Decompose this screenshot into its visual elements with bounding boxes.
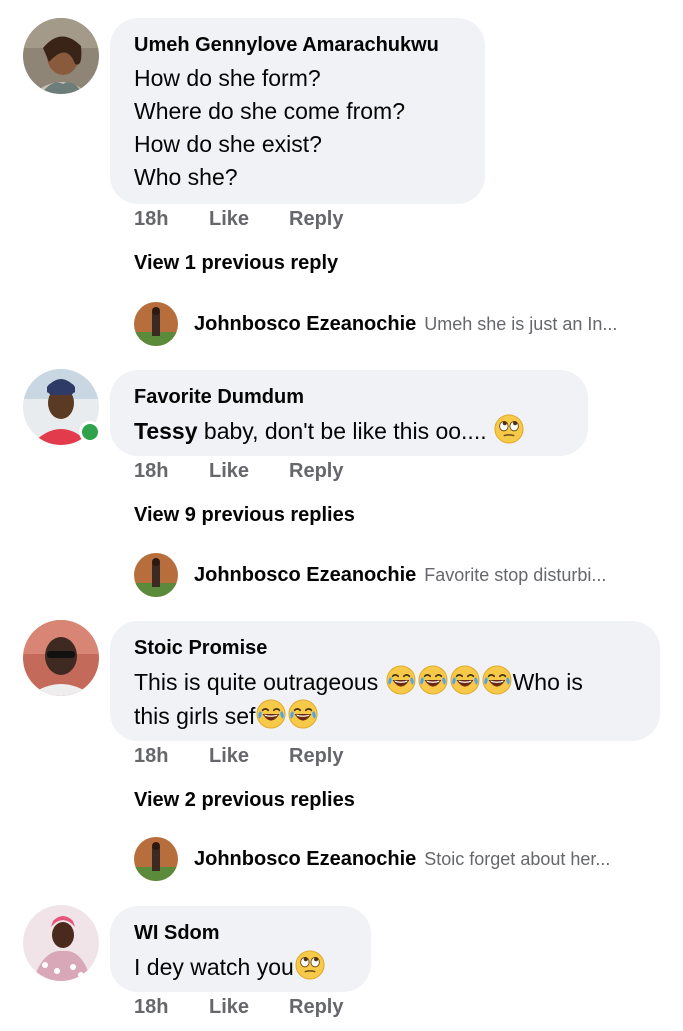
tears-of-joy-emoji-icon: [386, 665, 416, 695]
comment-timestamp[interactable]: 18h: [134, 460, 209, 483]
comment-timestamp[interactable]: 18h: [134, 208, 209, 231]
reply-button[interactable]: Reply: [289, 996, 343, 1019]
comment-text-line: Who she?: [134, 164, 238, 190]
mention-link[interactable]: Tessy: [134, 418, 198, 444]
comment-bubble[interactable]: Stoic Promise This is quite outrageous W…: [110, 621, 660, 741]
view-previous-replies-link[interactable]: View 1 previous reply: [134, 252, 338, 275]
comment-text-content: Who is: [512, 669, 583, 695]
reply-snippet: Stoic forget about her...: [424, 848, 611, 869]
rolling-eyes-emoji-icon: [295, 950, 325, 980]
comment-text-content: this girls sef: [134, 703, 256, 729]
comment-text: This is quite outrageous Who is this gir…: [134, 665, 636, 733]
comment-text-content: baby, don't be like this oo....: [197, 418, 487, 444]
reply-button[interactable]: Reply: [289, 208, 343, 231]
tears-of-joy-emoji-icon: [256, 699, 286, 729]
like-button[interactable]: Like: [209, 996, 289, 1019]
reply-snippet: Favorite stop disturbi...: [424, 564, 607, 585]
comment-timestamp[interactable]: 18h: [134, 996, 209, 1019]
avatar[interactable]: [23, 905, 99, 981]
reply-author[interactable]: Johnbosco Ezeanochie: [194, 313, 416, 336]
comment-actions: 18h Like Reply: [134, 208, 343, 231]
reply-snippet: Umeh she is just an In...: [424, 313, 618, 334]
view-previous-replies-link[interactable]: View 2 previous replies: [134, 789, 355, 812]
comment-text-content: This is quite outrageous: [134, 669, 385, 695]
comment-text-line: How do she form?: [134, 65, 321, 91]
comment-actions: 18h Like Reply: [134, 745, 343, 768]
avatar[interactable]: [23, 620, 99, 696]
reply-avatar[interactable]: [134, 837, 178, 881]
online-status-icon: [79, 421, 101, 443]
comment-actions: 18h Like Reply: [134, 996, 343, 1019]
reply-button[interactable]: Reply: [289, 745, 343, 768]
comment-text-content: I dey watch you: [134, 954, 294, 980]
comment-actions: 18h Like Reply: [134, 460, 343, 483]
rolling-eyes-emoji-icon: [494, 414, 524, 444]
comment-bubble[interactable]: Favorite Dumdum Tessy baby, don't be lik…: [110, 370, 588, 456]
comment-timestamp[interactable]: 18h: [134, 745, 209, 768]
reply-author[interactable]: Johnbosco Ezeanochie: [194, 848, 416, 871]
tears-of-joy-emoji-icon: [450, 665, 480, 695]
comment-bubble[interactable]: Umeh Gennylove Amarachukwu How do she fo…: [110, 18, 485, 204]
like-button[interactable]: Like: [209, 745, 289, 768]
like-button[interactable]: Like: [209, 460, 289, 483]
tears-of-joy-emoji-icon: [288, 699, 318, 729]
comment-text: Tessy baby, don't be like this oo....: [134, 414, 564, 448]
latest-reply[interactable]: Johnbosco Ezeanochie Stoic forget about …: [134, 836, 610, 882]
reply-button[interactable]: Reply: [289, 460, 343, 483]
comment-author[interactable]: WI Sdom: [134, 920, 347, 946]
latest-reply[interactable]: Johnbosco Ezeanochie Favorite stop distu…: [134, 552, 606, 598]
comment-author[interactable]: Favorite Dumdum: [134, 384, 564, 410]
reply-author[interactable]: Johnbosco Ezeanochie: [194, 564, 416, 587]
tears-of-joy-emoji-icon: [418, 665, 448, 695]
reply-avatar[interactable]: [134, 553, 178, 597]
reply-avatar[interactable]: [134, 302, 178, 346]
comment-bubble[interactable]: WI Sdom I dey watch you: [110, 906, 371, 992]
view-previous-replies-link[interactable]: View 9 previous replies: [134, 504, 355, 527]
comment-author[interactable]: Stoic Promise: [134, 635, 636, 661]
comment-author[interactable]: Umeh Gennylove Amarachukwu: [134, 32, 461, 58]
comment-text: I dey watch you: [134, 950, 347, 984]
avatar[interactable]: [23, 18, 99, 94]
comment-text-line: Where do she come from?: [134, 98, 406, 124]
tears-of-joy-emoji-icon: [482, 665, 512, 695]
comment-text-line: How do she exist?: [134, 131, 322, 157]
like-button[interactable]: Like: [209, 208, 289, 231]
latest-reply[interactable]: Johnbosco Ezeanochie Umeh she is just an…: [134, 301, 617, 347]
